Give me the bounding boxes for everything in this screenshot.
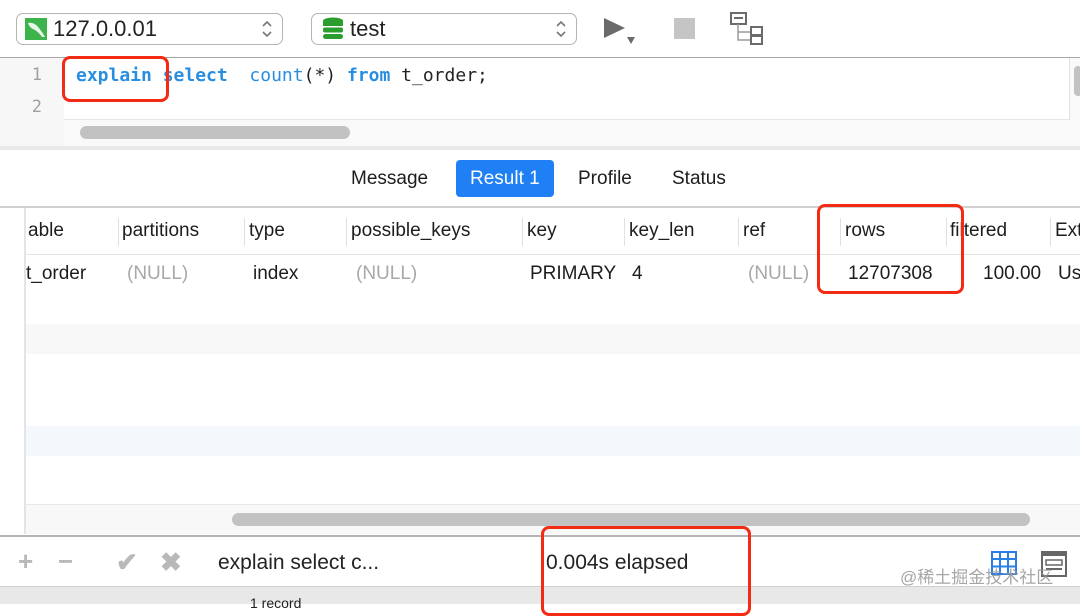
connection-select[interactable]: 127.0.0.01 [16,13,283,45]
line-number: 1 [31,65,42,85]
cell-key-len[interactable]: 4 [632,254,643,294]
row-stripe [0,324,1080,354]
column-divider[interactable] [1050,218,1051,246]
query-preview: explain select c... [218,551,380,574]
editor-horizontal-scrollbar[interactable] [80,126,350,139]
explain-plan-tree-icon[interactable] [729,11,765,45]
column-divider[interactable] [522,218,523,246]
row-header-gutter [0,208,26,534]
updown-chevron-icon [262,20,272,38]
database-value: test [350,16,386,41]
keyword-select: select [162,65,228,86]
checkmark-icon[interactable]: ✔ [116,547,138,578]
play-icon[interactable] [603,17,643,47]
updown-chevron-icon [556,20,566,38]
function-count: count [249,65,304,86]
status-text: 1 record [250,595,302,611]
row-stripe [0,426,1080,456]
column-divider[interactable] [244,218,245,246]
status-bar: 1 record [0,587,1080,611]
column-header-extra[interactable]: Ext [1055,208,1080,254]
database-select[interactable]: test [311,13,577,45]
count-args: (*) [303,65,337,86]
annotation-box-rows [817,204,964,294]
result-tabs: Message Result 1 Profile Status [0,146,1080,208]
tab-profile[interactable]: Profile [564,160,646,197]
column-header-table[interactable]: able [28,208,64,254]
cell-ref[interactable]: (NULL) [748,254,809,294]
stop-icon[interactable] [674,18,695,39]
keyword-from: from [346,65,391,86]
line-gutter: 1 2 [0,58,64,146]
annotation-box-explain [62,56,169,102]
mysql-dolphin-icon [25,18,47,40]
tab-status[interactable]: Status [658,160,740,197]
minus-icon[interactable]: − [58,546,73,577]
connection-value: 127.0.0.01 [53,16,157,41]
column-divider[interactable] [346,218,347,246]
cell-type[interactable]: index [253,254,298,294]
column-header-possible-keys[interactable]: possible_keys [351,208,470,254]
tab-message[interactable]: Message [337,160,442,197]
column-header-partitions[interactable]: partitions [122,208,199,254]
column-header-type[interactable]: type [249,208,285,254]
editor-vertical-scrollbar[interactable] [1074,66,1080,96]
annotation-box-elapsed [541,526,751,616]
cell-filtered[interactable]: 100.00 [983,254,1041,294]
column-divider[interactable] [738,218,739,246]
database-stack-icon [323,17,343,39]
cell-partitions[interactable]: (NULL) [127,254,188,294]
line-number: 2 [31,97,42,117]
watermark: @稀土掘金技术社区 [900,568,1054,587]
table-name: t_order; [401,65,488,86]
column-divider[interactable] [624,218,625,246]
grid-horizontal-scrollbar[interactable] [232,513,1030,526]
column-header-ref[interactable]: ref [743,208,765,254]
cell-extra[interactable]: Us [1058,254,1080,294]
cell-possible-keys[interactable]: (NULL) [356,254,417,294]
toolbar: 127.0.0.01 test [0,0,1080,58]
column-header-key-len[interactable]: key_len [629,208,695,254]
plus-icon[interactable]: + [18,546,33,577]
x-icon[interactable]: ✖ [160,547,182,578]
cell-table[interactable]: t_order [26,254,86,294]
tab-result-1[interactable]: Result 1 [456,160,554,197]
cell-key[interactable]: PRIMARY [530,254,616,294]
column-header-key[interactable]: key [527,208,557,254]
code-area[interactable]: explain select count(*) from t_order; [64,58,1070,120]
column-divider[interactable] [118,218,119,246]
